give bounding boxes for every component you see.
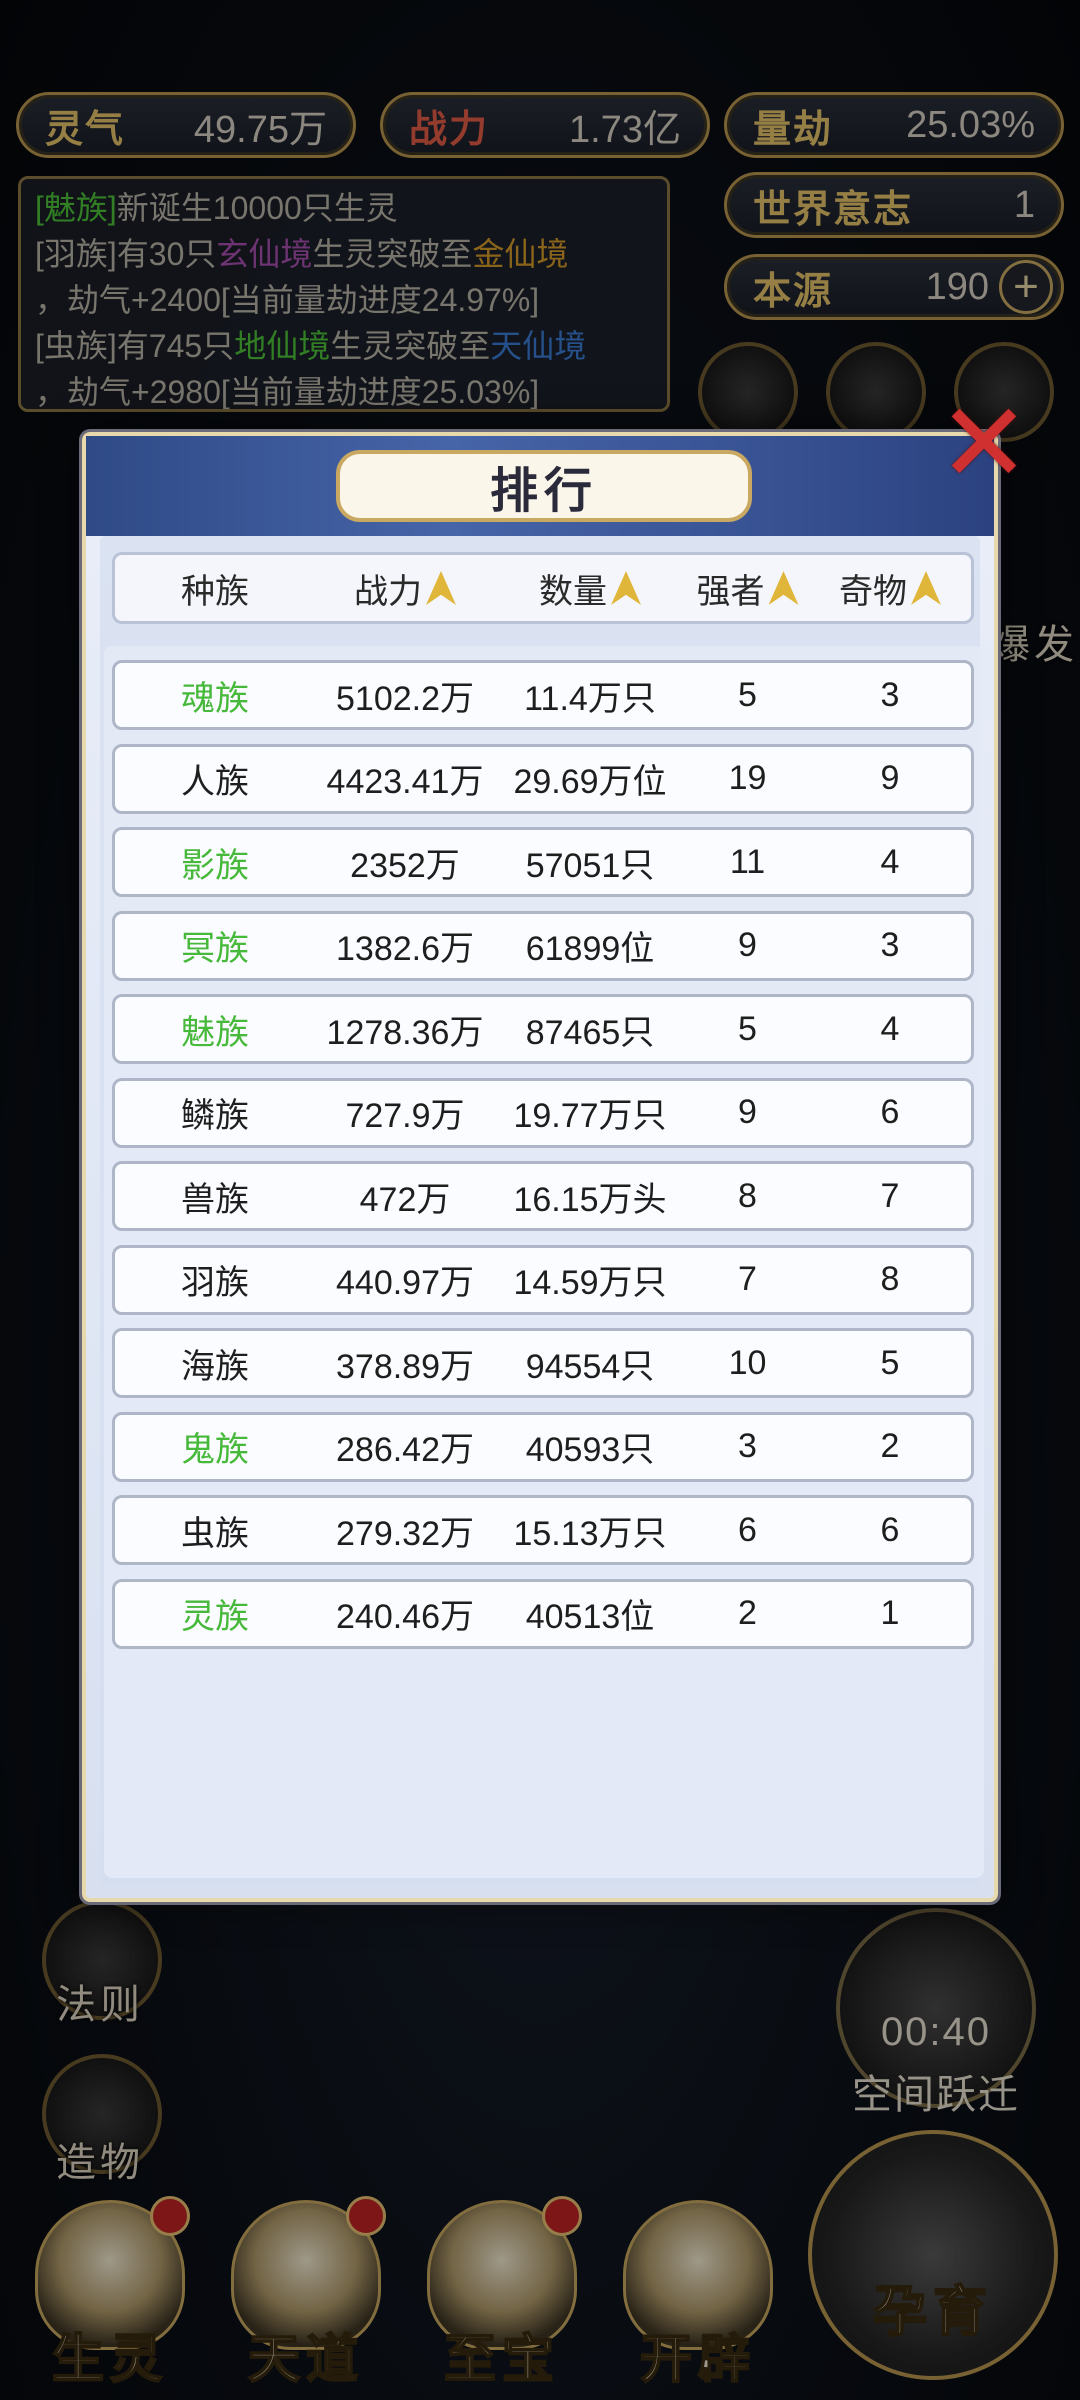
sort-arrow-icon	[426, 571, 456, 605]
table-row[interactable]: 海族 378.89万 94554只 10 5	[112, 1328, 974, 1398]
cell-power: 1382.6万	[336, 930, 474, 968]
sort-arrow-icon	[611, 571, 641, 605]
cell-strong: 8	[738, 1176, 757, 1215]
cell-treasure: 4	[880, 1009, 900, 1048]
cell-treasure: 3	[880, 926, 900, 964]
cell-race: 魅族	[181, 1013, 249, 1052]
table-row[interactable]: 兽族 472万 16.15万头 8 7	[112, 1161, 974, 1231]
cell-count: 40593只	[525, 1431, 655, 1469]
cell-race: 虫族	[181, 1514, 249, 1553]
cell-power: 5102.2万	[336, 679, 474, 718]
cell-count: 16.15万头	[513, 1180, 667, 1219]
cell-strong: 19	[728, 759, 767, 797]
cell-race: 灵族	[181, 1598, 249, 1636]
cell-treasure: 2	[880, 1427, 900, 1465]
cell-count: 40513位	[525, 1598, 655, 1636]
cell-power: 4423.41万	[326, 763, 484, 801]
cell-treasure: 3	[880, 675, 900, 714]
close-icon[interactable]: ✕	[938, 389, 1030, 499]
cell-count: 19.77万只	[513, 1097, 667, 1135]
cell-strong: 9	[738, 926, 757, 964]
cell-race: 海族	[181, 1347, 249, 1386]
cell-power: 2352万	[350, 846, 460, 885]
cell-power: 378.89万	[336, 1347, 474, 1386]
cell-treasure: 4	[880, 842, 900, 881]
header-race: 种族	[181, 572, 249, 611]
cell-strong: 3	[738, 1427, 757, 1465]
cell-treasure: 6	[880, 1093, 900, 1131]
cell-race: 影族	[181, 846, 249, 885]
table-header: 种族 战力 数量 强者 奇物	[112, 552, 974, 624]
cell-race: 鳞族	[181, 1097, 249, 1135]
modal-title: 排行	[336, 450, 752, 522]
sort-treasure-button[interactable]: 奇物	[810, 555, 970, 621]
cell-count: 14.59万只	[513, 1264, 667, 1302]
cell-race: 兽族	[181, 1180, 249, 1219]
cell-race: 冥族	[181, 930, 249, 968]
cell-treasure: 9	[880, 759, 900, 797]
sort-count-button[interactable]: 数量	[495, 555, 685, 621]
sort-power-button[interactable]: 战力	[315, 555, 495, 621]
sort-arrow-icon	[911, 571, 941, 605]
cell-strong: 10	[728, 1343, 767, 1382]
cell-power: 472万	[359, 1180, 451, 1219]
table-row[interactable]: 羽族 440.97万 14.59万只 7 8	[112, 1244, 974, 1315]
cell-strong: 2	[738, 1594, 757, 1632]
cell-count: 57051只	[525, 846, 655, 885]
table-row[interactable]: 人族 4423.41万 29.69万位 19 9	[112, 743, 974, 814]
cell-power: 1278.36万	[326, 1013, 484, 1052]
cell-treasure: 6	[880, 1510, 900, 1549]
cell-power: 286.42万	[336, 1431, 474, 1469]
cell-count: 15.13万只	[513, 1514, 667, 1553]
cell-count: 87465只	[525, 1013, 655, 1052]
sort-arrow-icon	[768, 571, 799, 605]
cell-strong: 5	[738, 1009, 757, 1048]
table-row[interactable]: 鳞族 727.9万 19.77万只 9 6	[112, 1077, 974, 1148]
cell-count: 94554只	[525, 1347, 655, 1386]
cell-race: 羽族	[181, 1264, 249, 1302]
cell-strong: 11	[729, 842, 766, 881]
table-row[interactable]: 冥族 1382.6万 61899位 9 3	[112, 910, 974, 981]
table-row[interactable]: 魂族 5102.2万 11.4万只 5 3	[112, 660, 974, 730]
ranking-modal: 排行 种族 战力 数量 强者 奇物 魂族 5102.2万 11.4万只 5 3 人族 442…	[82, 432, 998, 1902]
cell-race: 鬼族	[181, 1431, 249, 1469]
cell-power: 240.46万	[336, 1598, 474, 1636]
sort-strong-button[interactable]: 强者	[685, 555, 810, 621]
cell-power: 727.9万	[345, 1097, 465, 1135]
cell-treasure: 1	[880, 1594, 900, 1632]
table-row[interactable]: 灵族 240.46万 40513位 2 1	[112, 1578, 974, 1649]
cell-power: 279.32万	[336, 1514, 474, 1553]
ranking-list[interactable]: 魂族 5102.2万 11.4万只 5 3 人族 4423.41万 29.69万位 19 9 影族 2…	[104, 646, 984, 1878]
cell-treasure: 7	[880, 1176, 900, 1215]
cell-strong: 7	[738, 1260, 757, 1298]
cell-strong: 5	[738, 675, 757, 714]
cell-strong: 6	[738, 1510, 757, 1549]
cell-strong: 9	[738, 1093, 757, 1131]
cell-race: 人族	[181, 763, 249, 801]
cell-race: 魂族	[181, 679, 249, 718]
cell-treasure: 5	[880, 1343, 900, 1382]
table-row[interactable]: 虫族 279.32万 15.13万只 6 6	[112, 1495, 974, 1565]
cell-count: 11.4万只	[524, 679, 656, 718]
table-row[interactable]: 影族 2352万 57051只 11 4	[112, 827, 974, 897]
cell-treasure: 8	[880, 1260, 900, 1298]
cell-count: 61899位	[525, 930, 655, 968]
cell-power: 440.97万	[336, 1264, 474, 1302]
table-row[interactable]: 鬼族 286.42万 40593只 3 2	[112, 1411, 974, 1482]
cell-count: 29.69万位	[513, 763, 667, 801]
table-row[interactable]: 魅族 1278.36万 87465只 5 4	[112, 994, 974, 1064]
